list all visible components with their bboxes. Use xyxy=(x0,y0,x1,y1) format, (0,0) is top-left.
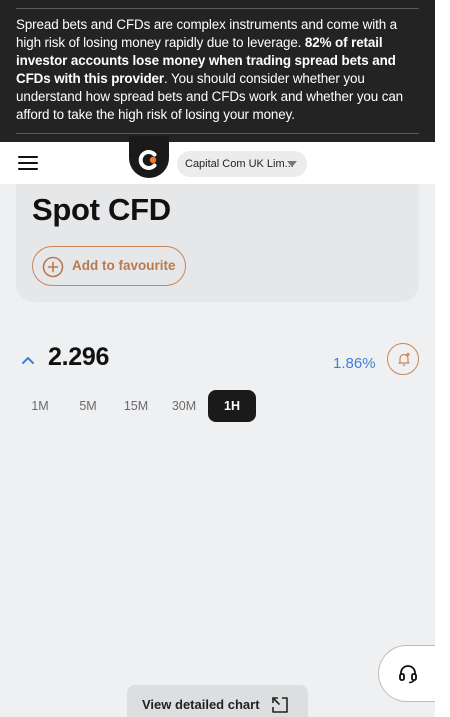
instrument-card: Spot CFD Add to favourite xyxy=(16,184,419,302)
timeframe-5m[interactable]: 5M xyxy=(64,390,112,422)
view-detailed-chart-label: View detailed chart xyxy=(142,697,260,712)
risk-warning-text: Spread bets and CFDs are complex instrum… xyxy=(16,16,420,124)
site-header: Capital Com UK Lim... xyxy=(0,136,435,184)
price-panel: 2.296 1.86% 1M 5M 15M 30M 1H View detail… xyxy=(0,326,435,717)
expand-icon xyxy=(272,697,288,713)
price-value: 2.296 xyxy=(48,343,110,371)
timeframe-15m[interactable]: 15M xyxy=(112,390,160,422)
banner-divider-top xyxy=(16,8,419,9)
timeframe-1m[interactable]: 1M xyxy=(16,390,64,422)
chevron-down-icon xyxy=(287,161,297,167)
view-detailed-chart-button[interactable]: View detailed chart xyxy=(127,685,308,717)
price-alert-button[interactable] xyxy=(387,343,419,375)
app-root: Spread bets and CFDs are complex instrum… xyxy=(0,0,435,717)
entity-select[interactable]: Capital Com UK Lim... xyxy=(177,151,307,177)
chevron-up-icon xyxy=(22,357,34,364)
price-chart-area[interactable] xyxy=(16,438,419,678)
support-chat-button[interactable] xyxy=(378,645,435,702)
timeframe-1h[interactable]: 1H xyxy=(208,390,256,422)
bell-plus-icon xyxy=(398,352,411,366)
headset-icon xyxy=(399,665,417,684)
entity-select-value: Capital Com UK Lim... xyxy=(185,158,294,170)
price-change-percent: 1.86% xyxy=(333,355,376,372)
plus-circle-icon xyxy=(42,256,64,278)
instrument-title: Spot CFD xyxy=(32,192,171,227)
capital-com-logo-icon[interactable] xyxy=(129,136,169,178)
add-to-favourite-button[interactable]: Add to favourite xyxy=(32,246,186,286)
risk-warning-banner: Spread bets and CFDs are complex instrum… xyxy=(0,0,435,142)
hamburger-menu-icon[interactable] xyxy=(18,156,38,170)
add-to-favourite-label: Add to favourite xyxy=(72,258,176,273)
timeframe-30m[interactable]: 30M xyxy=(160,390,208,422)
banner-divider-bottom xyxy=(16,133,419,134)
